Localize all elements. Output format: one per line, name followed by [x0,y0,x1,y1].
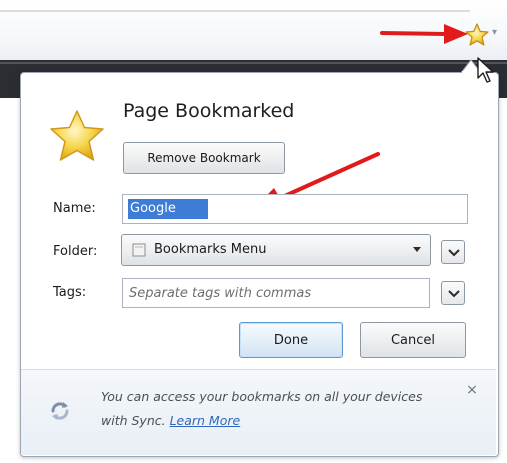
close-icon[interactable]: × [465,383,479,397]
done-button[interactable]: Done [239,322,343,358]
panel-title: Page Bookmarked [123,100,295,122]
star-icon [50,110,104,161]
sync-message: You can access your bookmarks on all you… [101,385,431,433]
folder-label: Folder: [53,244,98,259]
sync-icon [51,402,69,420]
toolbar-dropdown-icon[interactable]: ▾ [492,28,502,38]
tags-input[interactable] [122,278,430,308]
sync-message-text: You can access your bookmarks on all you… [101,389,423,428]
annotation-arrow-top [380,24,468,44]
folder-icon [132,243,146,257]
tags-label: Tags: [53,285,87,300]
folder-select[interactable]: Bookmarks Menu [121,234,431,266]
browser-dark-edge [0,62,507,64]
toolbar-separator [0,10,470,12]
name-label: Name: [53,201,96,216]
chevron-down-icon [448,249,460,257]
mouse-pointer-icon [477,57,494,83]
screenshot-stage: ▾ Page Bookmarked Remove Bookmark Name: … [0,0,507,463]
tags-expander-button[interactable] [441,281,465,305]
name-input-selected-text[interactable]: Google [128,199,208,219]
cancel-button[interactable]: Cancel [360,322,466,358]
chevron-down-icon [413,247,421,252]
folder-select-value: Bookmarks Menu [154,242,267,257]
chevron-down-icon [448,290,460,298]
folder-tree-expander-button[interactable] [441,240,465,264]
learn-more-link[interactable]: Learn More [170,413,241,428]
